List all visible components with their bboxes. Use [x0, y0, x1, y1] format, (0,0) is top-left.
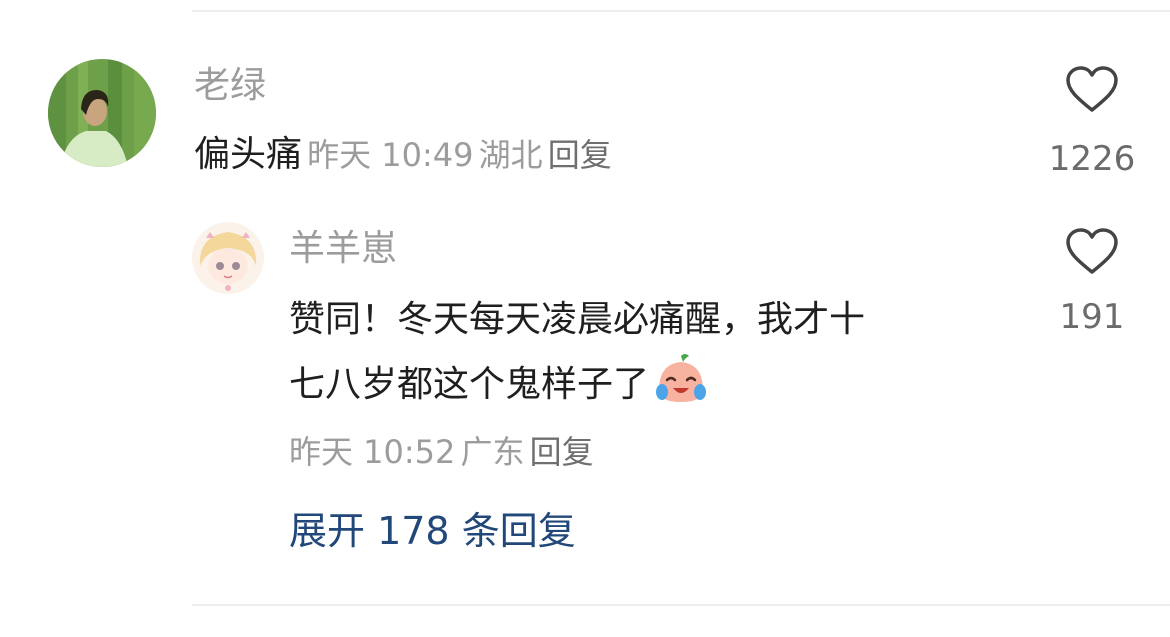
reply-text-line-1: 赞同！冬天每天凌晨必痛醒，我才十 [289, 299, 866, 340]
bottom-divider [192, 604, 1170, 606]
main-comment-line: 偏头痛 昨天 10:49 湖北 回复 [194, 132, 612, 184]
main-comment-text: 偏头痛 [194, 134, 303, 175]
heart-icon[interactable] [1065, 66, 1119, 114]
expand-replies-button[interactable]: 展开 178 条回复 [289, 508, 576, 554]
main-comment-location: 湖北 [478, 136, 543, 174]
reply-text: 赞同！冬天每天凌晨必痛醒，我才十 七八岁都这个鬼样子了 [289, 290, 1009, 415]
reply-like-button[interactable]: 191 [1022, 228, 1162, 338]
reply-avatar[interactable] [192, 222, 264, 294]
heart-icon[interactable] [1065, 228, 1119, 276]
main-comment-time: 昨天 10:49 [307, 136, 474, 174]
reply-like-count: 191 [1059, 297, 1125, 337]
crying-face-emoji-icon [656, 354, 707, 402]
reply-text-line-2-wrapper: 七八岁都这个鬼样子了 [289, 350, 1009, 415]
main-comment-username[interactable]: 老绿 [194, 64, 266, 108]
main-comment-avatar[interactable] [48, 59, 156, 167]
reply-text-line-2: 七八岁都这个鬼样子了 [289, 364, 650, 405]
reply-time: 昨天 10:52 [289, 433, 456, 471]
reply-reply-button[interactable]: 回复 [530, 433, 594, 471]
anime-girl-avatar-icon [192, 222, 264, 294]
reply-username[interactable]: 羊羊崽 [289, 227, 397, 271]
reply-meta: 昨天 10:52 广东 回复 [289, 430, 594, 480]
main-comment-like-count: 1226 [1048, 139, 1136, 179]
main-comment-like-button[interactable]: 1226 [1022, 66, 1162, 180]
top-divider [192, 10, 1170, 12]
reply-location: 广东 [460, 433, 525, 471]
main-comment-reply-button[interactable]: 回复 [548, 136, 612, 174]
green-portrait-avatar-icon [48, 59, 156, 167]
